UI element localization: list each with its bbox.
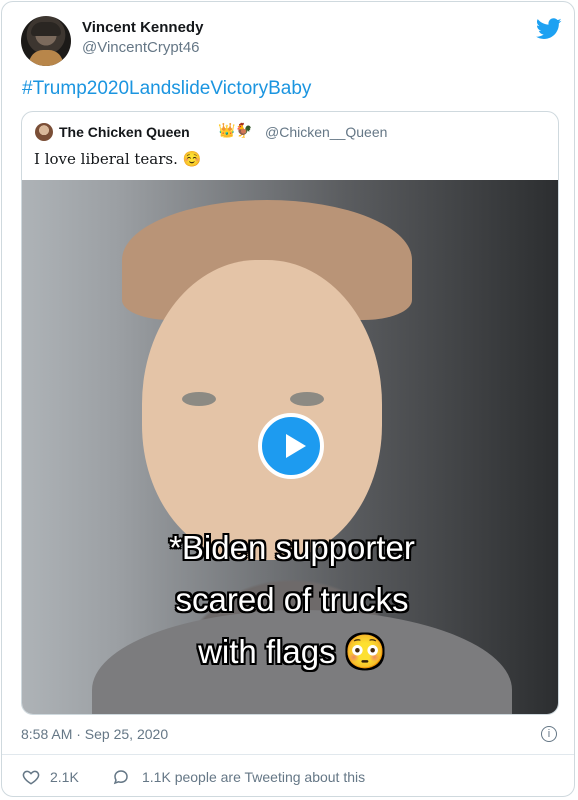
heart-icon[interactable] [22,768,40,786]
quoted-avatar[interactable] [35,123,53,141]
video-frame-face [142,260,382,560]
caption-line: scared of trucks [175,581,409,618]
author-name[interactable]: Vincent Kennedy [82,19,203,36]
divider [2,754,574,755]
tweet-card[interactable]: Vincent Kennedy @VincentCrypt46 #Trump20… [1,1,575,797]
video-frame-eye [182,392,216,406]
video-caption: *Biden supporter scared of trucks with f… [82,522,502,678]
tweeting-about-this-link[interactable]: 1.1K people are Tweeting about this [142,769,365,785]
comment-icon[interactable] [112,768,130,786]
like-count[interactable]: 2.1K [50,769,79,785]
quoted-author-handle: @Chicken__Queen [265,124,388,140]
tweet-timestamp[interactable]: 8:58 AM · Sep 25, 2020 [21,726,168,742]
quoted-tweet[interactable]: The Chicken Queen 👑🐓 @Chicken__Queen I l… [21,111,559,715]
avatar[interactable] [21,16,71,66]
quoted-tweet-text: I love liberal tears. ☺️ [34,150,202,168]
quoted-name-emoji: 👑🐓 [218,122,253,138]
info-icon[interactable]: i [541,726,557,742]
author-handle[interactable]: @VincentCrypt46 [82,39,200,56]
twitter-bird-icon[interactable] [536,18,562,40]
video-player[interactable]: *Biden supporter scared of trucks with f… [22,180,558,714]
caption-line: with flags 😳 [198,633,386,670]
video-frame-eye [290,392,324,406]
quoted-author-name: The Chicken Queen [59,124,190,140]
caption-line: *Biden supporter [169,529,415,566]
play-icon[interactable] [258,413,324,479]
hashtag-link[interactable]: #Trump2020LandslideVictoryBaby [22,78,311,100]
